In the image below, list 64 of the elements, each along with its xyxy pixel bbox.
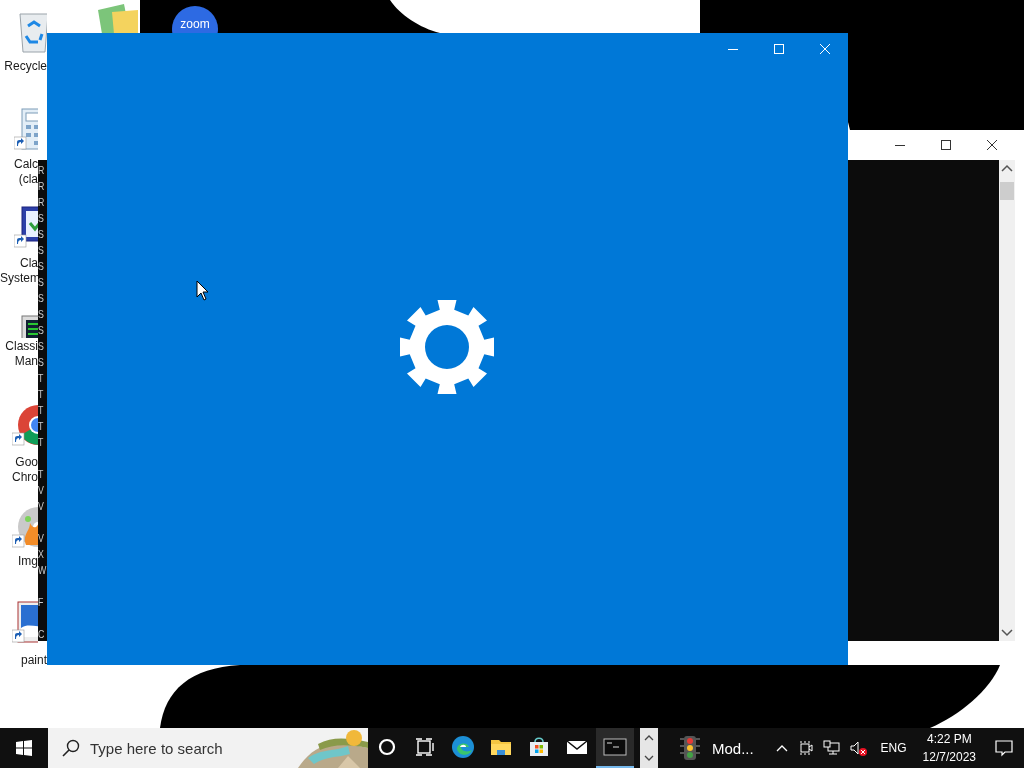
icon-label: Goo bbox=[14, 455, 38, 470]
console-text: S bbox=[38, 275, 45, 290]
network-icon[interactable] bbox=[822, 740, 840, 756]
traffic-light-icon bbox=[678, 735, 702, 761]
camera-icon[interactable] bbox=[797, 740, 813, 756]
console-text: V bbox=[38, 531, 45, 546]
icon-label: paint bbox=[19, 653, 47, 668]
windows-logo-icon[interactable] bbox=[16, 740, 32, 756]
clock-date[interactable]: 12/7/2023 bbox=[922, 748, 976, 766]
settings-gear-icon bbox=[399, 299, 495, 395]
language-indicator[interactable]: ENG bbox=[872, 741, 915, 755]
taskbar-window-button[interactable]: Mod... bbox=[664, 728, 768, 768]
console-text: S bbox=[38, 355, 45, 370]
console-text: S bbox=[38, 260, 45, 273]
console-text: T bbox=[38, 467, 45, 480]
terminal-icon bbox=[603, 735, 627, 759]
browser-icon bbox=[451, 735, 475, 759]
painting-icon[interactable] bbox=[12, 600, 38, 646]
icon-label: Calc bbox=[13, 157, 38, 171]
console-text: S bbox=[38, 291, 45, 306]
console-text: F bbox=[38, 595, 45, 610]
console-text: S bbox=[38, 243, 45, 258]
scrollbar[interactable] bbox=[999, 160, 1015, 641]
icon-label: Recycle bbox=[3, 59, 47, 74]
icon-label: Cla bbox=[19, 256, 38, 271]
icon-label: Classi bbox=[4, 339, 38, 354]
console-text: V bbox=[38, 483, 45, 498]
search-field[interactable]: Type here to search bbox=[90, 739, 290, 757]
console-text: X bbox=[38, 547, 45, 560]
console-text: T bbox=[38, 435, 45, 450]
console-text: C bbox=[38, 627, 46, 642]
maximize-icon[interactable] bbox=[941, 140, 951, 150]
console-text: S bbox=[38, 323, 45, 338]
icon-label: (cla bbox=[17, 172, 38, 187]
console-text: S bbox=[38, 227, 45, 242]
console-text: R bbox=[38, 164, 46, 176]
shopping-bag-icon bbox=[527, 735, 551, 759]
console-text: V bbox=[38, 499, 45, 514]
icon-label: Man bbox=[13, 354, 38, 369]
chevron-down-icon[interactable] bbox=[644, 755, 654, 761]
console-text: T bbox=[38, 419, 45, 434]
close-icon[interactable] bbox=[987, 140, 997, 150]
console-text: S bbox=[38, 307, 45, 322]
console-text: W bbox=[38, 564, 46, 578]
mouse-cursor-icon bbox=[196, 280, 210, 302]
search-box[interactable]: Type here to search bbox=[48, 728, 368, 768]
task-view-icon bbox=[413, 735, 437, 759]
speaker-icon[interactable] bbox=[849, 740, 868, 756]
console-text: T bbox=[38, 387, 45, 402]
clock-time[interactable]: 4:22 PM bbox=[926, 730, 972, 748]
console-text: T bbox=[38, 371, 45, 386]
console-text: T bbox=[38, 403, 45, 418]
console-text: S bbox=[38, 211, 45, 226]
chevron-up-icon[interactable] bbox=[775, 743, 788, 753]
console-text: R bbox=[38, 180, 46, 194]
scroll-thumb[interactable] bbox=[1000, 182, 1014, 200]
speech-bubble-icon[interactable] bbox=[995, 739, 1013, 757]
console-text: S bbox=[38, 339, 45, 354]
icon-label: Img bbox=[17, 554, 38, 569]
console-text: R bbox=[38, 195, 46, 210]
icon-label: Chro bbox=[11, 470, 38, 485]
search-icon bbox=[62, 739, 80, 757]
chevron-up-icon[interactable] bbox=[644, 735, 654, 741]
taskbar-app-button[interactable] bbox=[596, 728, 634, 768]
